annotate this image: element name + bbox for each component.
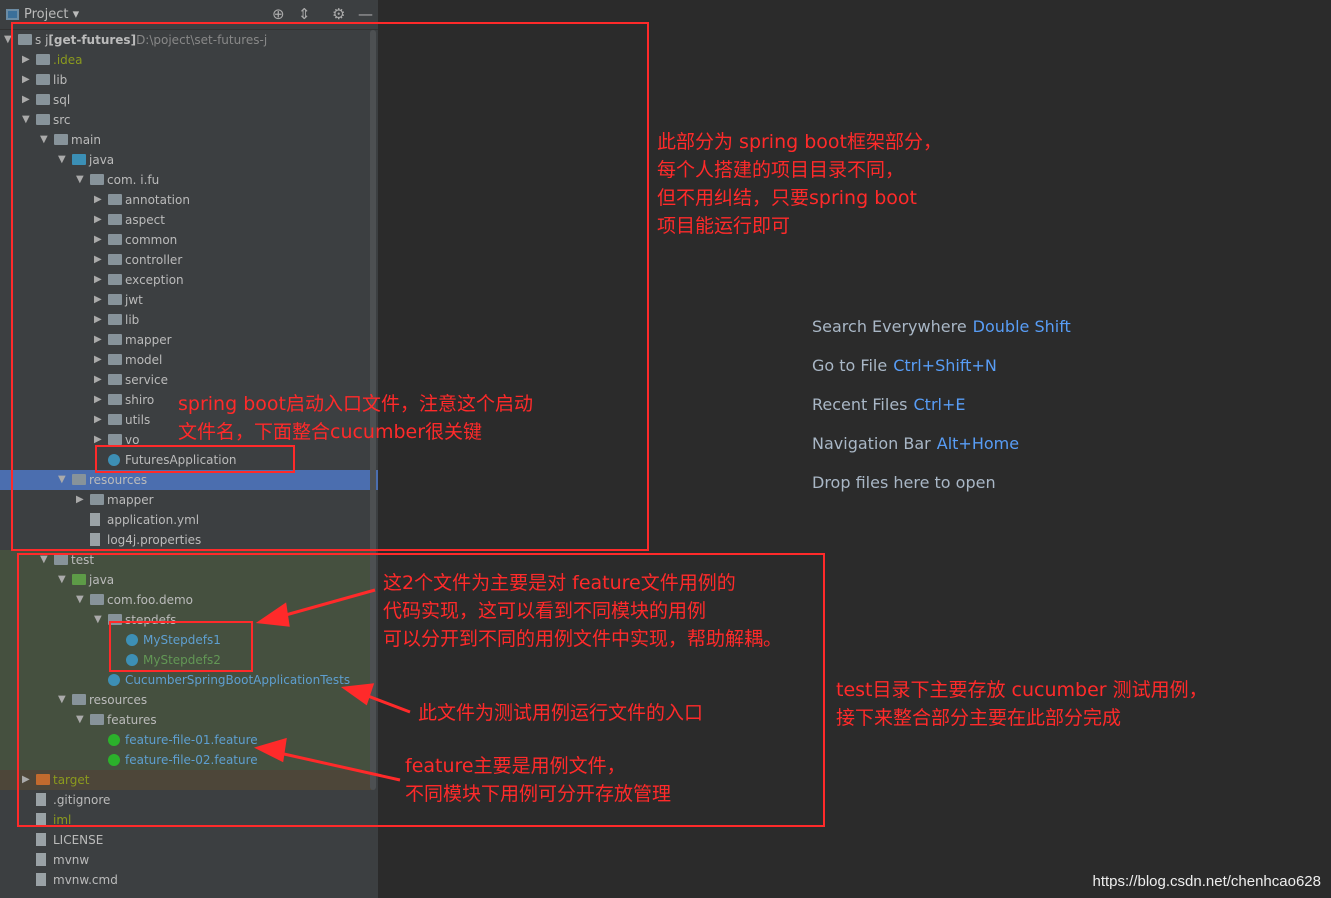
stepdefs-arrowhead: [255, 602, 290, 627]
springboot-box: [11, 22, 649, 551]
features-arrowhead: [253, 737, 287, 763]
entry-file-box: [95, 445, 295, 473]
note-entry: spring boot启动入口文件，注意这个启动 文件名，下面整合cucumbe…: [178, 393, 533, 443]
note-springboot: 此部分为 spring boot框架部分， 每个人搭建的项目目录不同， 但不用纠…: [657, 131, 942, 237]
stepdefs-arrow: [274, 588, 376, 620]
stepdefs-box: [109, 621, 253, 672]
note-features: feature主要是用例文件， 不同模块下用例可分开存放管理: [405, 755, 672, 805]
features-arrow: [274, 750, 401, 782]
watermark: https://blog.csdn.net/chenhcao628: [1092, 873, 1321, 890]
tests-arrowhead: [340, 683, 375, 706]
note-stepdefs: 这2个文件为主要是对 feature文件用例的 代码实现，这可以看到不同模块的用…: [383, 572, 783, 650]
note-tests: 此文件为测试用例运行文件的入口: [418, 702, 704, 724]
note-testdir: test目录下主要存放 cucumber 测试用例， 接下来整合部分主要在此部分…: [836, 679, 1208, 729]
